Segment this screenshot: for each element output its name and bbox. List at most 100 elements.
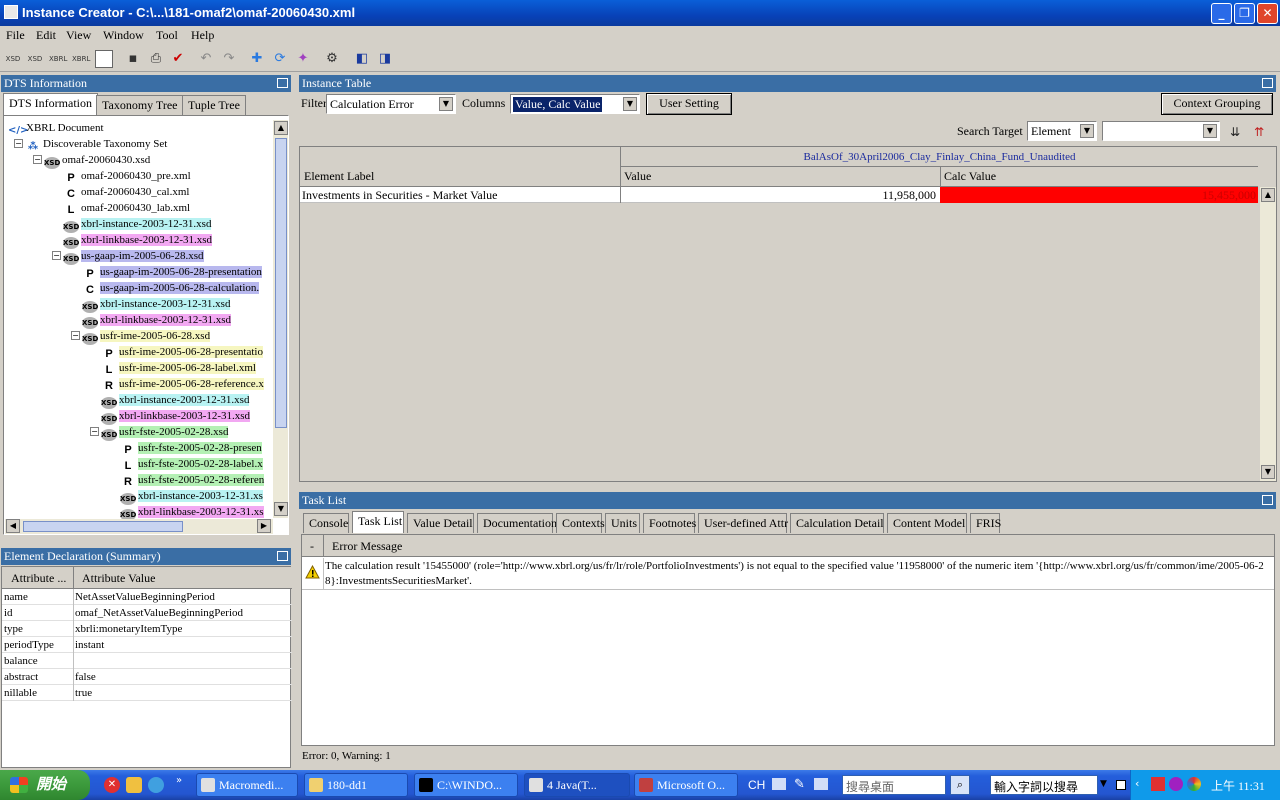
scroll-down-arrow[interactable]: ▼ [1261,465,1275,479]
col-value[interactable]: Value [624,169,651,184]
col-attribute-value[interactable]: Attribute Value [82,571,155,586]
tree-item[interactable]: XSD xbrl-linkbase-2003-12-31.xsd [63,232,213,249]
scroll-left-arrow[interactable]: ◀ [6,519,20,533]
xsd-icon[interactable]: XSD [4,50,22,68]
tree-item[interactable]: XSD xbrl-instance-2003-12-31.xsd [101,392,250,409]
menu-view[interactable]: View [66,28,91,43]
tree-item[interactable]: XSD xbrl-linkbase-2003-12-31.xs [120,504,264,521]
table-row[interactable]: periodType instant [2,637,292,653]
scroll-right-arrow[interactable]: ▶ [257,519,271,533]
start-button[interactable]: 開始 [0,770,90,800]
maximize-icon[interactable] [277,78,288,88]
tree-vscroll[interactable]: ▲ ▼ [273,120,288,518]
filter-select[interactable]: Calculation Error ▼ [326,94,456,114]
tab-units[interactable]: Units [605,513,640,533]
tab-task-list[interactable]: Task List [352,511,404,533]
tree-item[interactable]: XSD xbrl-linkbase-2003-12-31.xsd [82,312,232,329]
close-button[interactable]: ✕ [1257,3,1278,24]
chevron-left-icon[interactable]: ‹ [1135,777,1139,790]
tree-item[interactable]: Rusfr-fste-2005-02-28-referen [120,472,265,488]
taskbar-item-macromedia[interactable]: Macromedi... [196,773,298,797]
quicklaunch-icon[interactable] [148,777,164,793]
tree-item[interactable]: Pus-gaap-im-2005-06-28-presentation [82,264,262,280]
tab-tuple-tree[interactable]: Tuple Tree [182,95,246,115]
new-icon[interactable]: ✦ [294,50,312,68]
tree-collapse-toggle[interactable]: − [14,139,23,148]
chevron-down-icon[interactable]: ▼ [623,97,637,111]
chevron-down-icon[interactable]: ▼ [1100,779,1107,789]
menu-tool[interactable]: Tool [156,28,178,43]
tree-item[interactable]: Lusfr-ime-2005-06-28-label.xml [101,360,256,376]
tree-collapse-toggle[interactable]: − [71,331,80,340]
keyboard-icon[interactable] [772,778,786,790]
tree-hscroll[interactable]: ◀ ▶ [5,519,273,534]
taskbar-item-microsoft[interactable]: Microsoft O... [634,773,738,797]
tab-content-model[interactable]: Content Model [887,513,967,533]
scroll-down-arrow[interactable]: ▼ [274,502,288,516]
tray-icon[interactable] [1169,777,1183,791]
clock[interactable]: 上午 11:31 [1211,777,1265,794]
desktop-search-input[interactable]: 搜尋桌面 [842,775,946,795]
quicklaunch-icon[interactable] [126,777,142,793]
col-calc-value[interactable]: Calc Value [944,169,996,184]
word-search-input[interactable]: 輸入字詞以搜尋 [990,775,1098,795]
language-indicator[interactable]: CH [748,778,765,792]
refresh-icon[interactable]: ⟳ [271,50,289,68]
tab-contexts[interactable]: Contexts [556,513,605,533]
tree-item[interactable]: Rusfr-ime-2005-06-28-reference.x [101,376,264,392]
table-row[interactable]: nillable true [2,685,292,701]
chevron-down-icon[interactable]: ▼ [1080,124,1094,138]
save-icon[interactable]: ▪ [124,50,142,68]
pen-icon[interactable]: ✎ [794,777,805,792]
menu-help[interactable]: Help [191,28,214,43]
table-row[interactable]: id omaf_NetAssetValueBeginningPeriod [2,605,292,621]
settings-icon[interactable]: ⚙ [323,50,341,68]
taskbar-item-cmd[interactable]: C:\WINDO... [414,773,518,797]
instance-vscroll[interactable]: ▲ ▼ [1260,187,1276,481]
tab-documentation[interactable]: Documentation [477,513,557,533]
tab-dts-information[interactable]: DTS Information [3,93,98,115]
tree-collapse-toggle[interactable]: − [33,155,42,164]
redo-icon[interactable]: ↷ [220,50,238,68]
tree-item[interactable]: </>XBRL Document [8,120,104,136]
quicklaunch-icon[interactable]: ✕ [104,777,120,793]
search-input[interactable]: ▼ [1102,121,1220,141]
undo-icon[interactable]: ↶ [197,50,215,68]
table-row[interactable]: abstract false [2,669,292,685]
list-item[interactable]: The calculation result '15455000' (role=… [302,558,1274,590]
restore-icon[interactable] [1116,780,1126,790]
tab-user-defined-attr[interactable]: User-defined Attr [698,513,788,533]
tree-item[interactable]: Lomaf-20060430_lab.xml [63,200,190,216]
col-element-label[interactable]: Element Label [304,169,374,184]
tab-fris[interactable]: FRIS [970,513,1001,533]
tree-item[interactable]: XSD xbrl-instance-2003-12-31.xsd [82,296,231,313]
tree-item[interactable]: XSD xbrl-instance-2003-12-31.xs [120,488,263,505]
tab-footnotes[interactable]: Footnotes [643,513,696,533]
search-down-icon[interactable]: ⇊ [1226,123,1244,141]
maximize-icon[interactable] [277,551,288,561]
window-left-icon[interactable]: ◧ [353,50,371,68]
menu-edit[interactable]: Edit [36,28,56,43]
chevron-down-icon[interactable]: ▼ [439,97,453,111]
context-header[interactable]: BalAsOf_30April2006_Clay_Finlay_China_Fu… [620,147,1258,167]
tray-icon[interactable] [1187,777,1201,791]
tree-item[interactable]: ⁂ Discoverable Taxonomy Set [25,136,167,152]
user-setting-button[interactable]: User Setting [646,93,732,115]
tree-item[interactable]: XSD usfr-fste-2005-02-28.xsd [101,424,229,441]
col-error-message[interactable]: Error Message [332,539,402,554]
dts-tree[interactable]: </>XBRL Document − ⁂ Discoverable Taxonomy … [3,115,289,535]
tree-item[interactable]: Pusfr-ime-2005-06-28-presentatio [101,344,263,360]
tree-item[interactable]: Cus-gaap-im-2005-06-28-calculation. [82,280,260,296]
tree-collapse-toggle[interactable]: − [90,427,99,436]
chevron-double-icon[interactable]: » [176,775,182,786]
maximize-icon[interactable] [1262,78,1273,88]
tree-item[interactable]: Comaf-20060430_cal.xml [63,184,189,200]
table-icon[interactable] [95,50,113,68]
tree-item[interactable]: XSD us-gaap-im-2005-06-28.xsd [63,248,204,265]
tab-console[interactable]: Console [303,513,349,533]
col-dash[interactable]: - [310,539,314,554]
col-attribute[interactable]: Attribute ... [11,571,66,586]
check-icon[interactable]: ✔ [169,50,187,68]
tree-item[interactable]: XSD xbrl-linkbase-2003-12-31.xsd [101,408,251,425]
tree-item[interactable]: Lusfr-fste-2005-02-28-label.x [120,456,263,472]
